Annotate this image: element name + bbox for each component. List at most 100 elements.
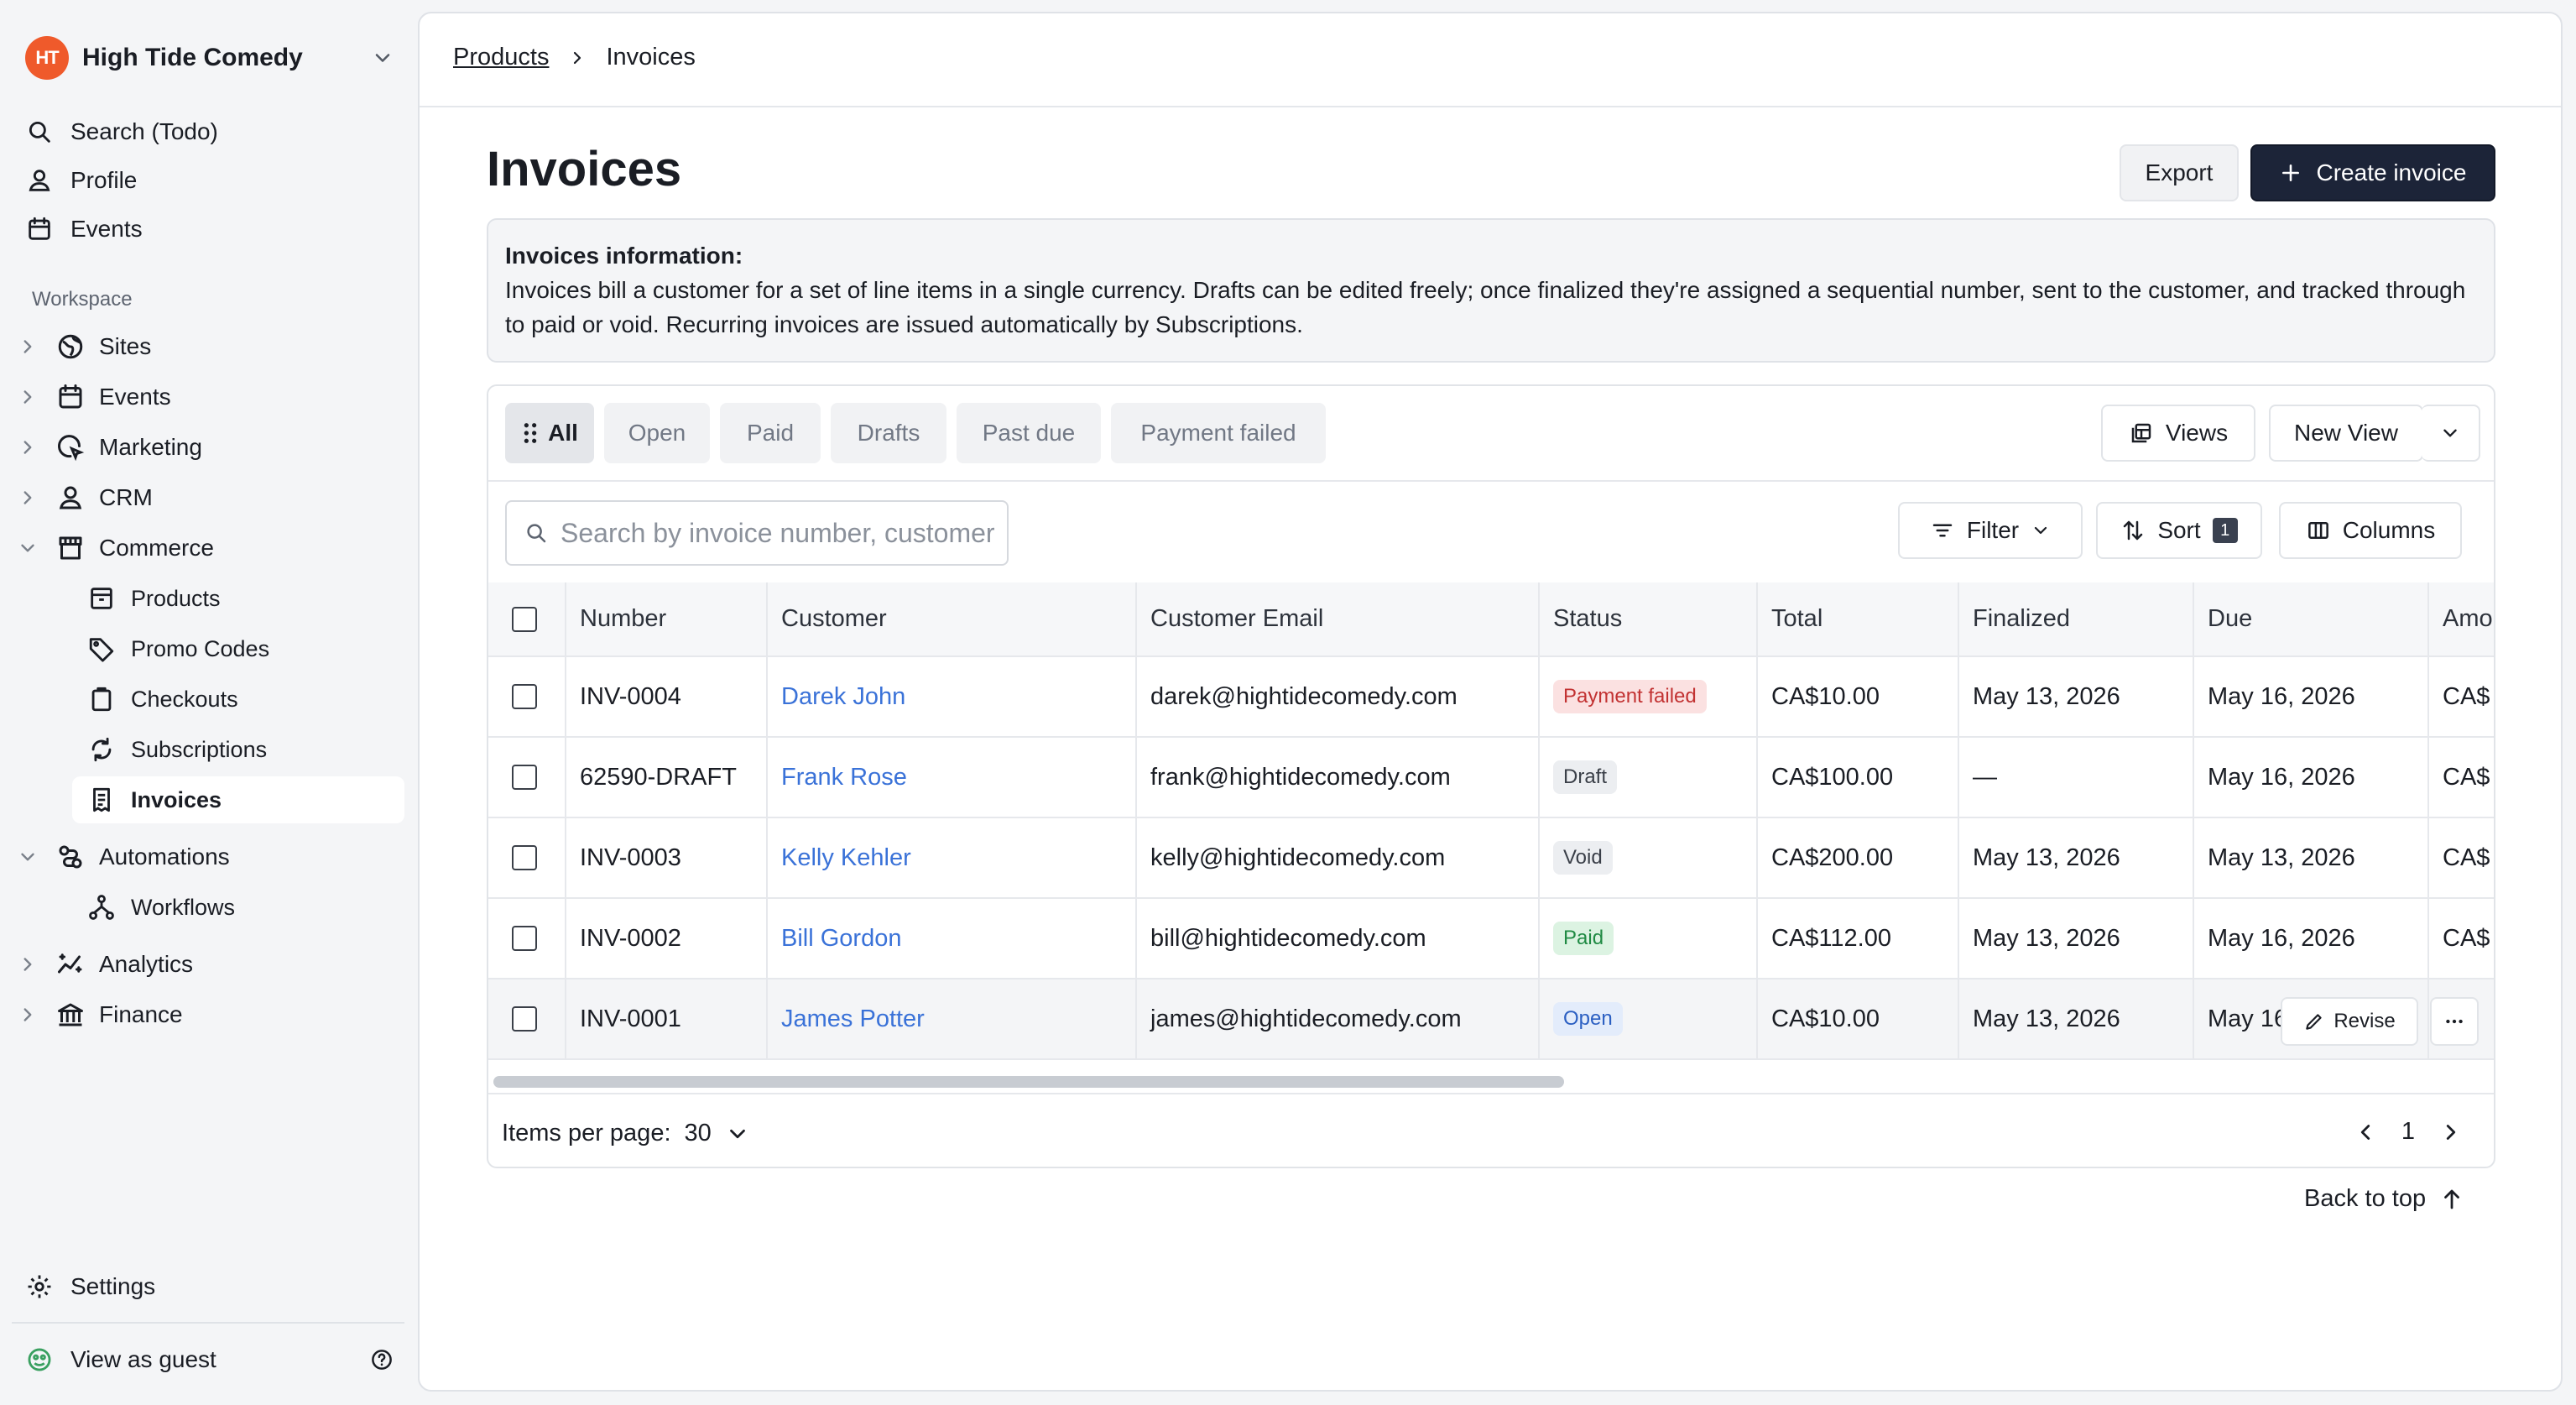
row-checkbox[interactable] — [512, 684, 537, 709]
customer-link[interactable]: Darek John — [781, 683, 905, 710]
tree-item-commerce[interactable]: Commerce — [17, 528, 214, 568]
cell-total: CA$100.00 — [1757, 737, 1959, 818]
tab-all[interactable]: All — [505, 403, 594, 463]
guest-icon — [28, 1348, 51, 1371]
tab-past-due[interactable]: Past due — [957, 403, 1101, 463]
help-icon[interactable] — [369, 1347, 394, 1372]
horizontal-scrollbar[interactable] — [488, 1066, 2494, 1094]
row-checkbox[interactable] — [512, 1006, 537, 1032]
tree-item-sites[interactable]: Sites — [17, 326, 151, 367]
table-row[interactable]: 62590-DRAFT Frank Rose frank@hightidecom… — [488, 737, 2494, 818]
cell-total: CA$112.00 — [1757, 898, 1959, 979]
revise-button[interactable]: Revise — [2281, 997, 2418, 1046]
tab-paid[interactable]: Paid — [720, 403, 821, 463]
column-header[interactable]: Due — [2193, 582, 2429, 657]
filter-button[interactable]: Filter — [1898, 502, 2083, 559]
tree-item-finance[interactable]: Finance — [17, 995, 183, 1035]
sidebar-item-label: Workflows — [131, 894, 236, 920]
tab-drafts[interactable]: Drafts — [831, 403, 946, 463]
nav-settings[interactable]: Settings — [25, 1267, 155, 1307]
row-checkbox[interactable] — [512, 765, 537, 790]
column-header[interactable]: Amo — [2428, 582, 2494, 657]
plus-icon — [2281, 165, 2299, 181]
sidebar-item-checkouts[interactable]: Checkouts — [72, 676, 404, 723]
sort-count-badge: 1 — [2212, 518, 2238, 543]
sidebar-item-products[interactable]: Products — [72, 575, 404, 622]
chevron-right-icon[interactable] — [2438, 1120, 2464, 1145]
views-button[interactable]: Views — [2101, 405, 2255, 462]
invoices-table: Number Customer Customer Email Status To… — [488, 582, 2494, 1060]
items-per-page[interactable]: Items per page: 30 — [502, 1120, 750, 1147]
tree-item-label: Events — [99, 384, 171, 410]
breadcrumb-products[interactable]: Products — [453, 44, 549, 71]
scrollbar-thumb[interactable] — [493, 1076, 1564, 1088]
more-horizontal-icon — [2446, 1019, 2463, 1024]
cell-amount: CA$ — [2428, 817, 2494, 899]
cell-amount: CA$ — [2428, 737, 2494, 818]
org-logo: HT — [25, 36, 69, 80]
new-view-button[interactable]: New View — [2269, 405, 2423, 462]
customer-link[interactable]: Frank Rose — [781, 764, 907, 791]
export-button[interactable]: Export — [2120, 144, 2239, 201]
bank-icon — [58, 1003, 83, 1026]
tree-item-label: CRM — [99, 484, 153, 510]
sidebar-item-subscriptions[interactable]: Subscriptions — [72, 726, 404, 773]
sidebar-item-invoices[interactable]: Invoices — [72, 776, 404, 823]
nav-profile[interactable]: Profile — [25, 160, 137, 201]
tag-icon — [89, 638, 114, 662]
sort-button[interactable]: Sort 1 — [2096, 502, 2262, 559]
column-header[interactable]: Customer Email — [1136, 582, 1540, 657]
org-switcher[interactable]: HT High Tide Comedy — [25, 35, 394, 81]
tree-item-crm[interactable]: CRM — [17, 478, 153, 518]
create-invoice-button[interactable]: Create invoice — [2250, 144, 2495, 201]
workflow-icon — [89, 895, 114, 920]
table-row[interactable]: INV-0001 James Potter james@hightidecome… — [488, 979, 2494, 1060]
select-all-checkbox[interactable] — [512, 606, 537, 632]
view-as-guest[interactable]: View as guest — [25, 1340, 394, 1380]
grip-icon — [524, 423, 537, 443]
items-per-page-value: 30 — [684, 1120, 712, 1146]
tree-item-label: Sites — [99, 333, 152, 359]
customer-link[interactable]: James Potter — [781, 1005, 925, 1032]
nav-search[interactable]: Search (Todo) — [25, 112, 218, 152]
sidebar-item-workflows[interactable]: Workflows — [72, 884, 404, 931]
tab-open[interactable]: Open — [604, 403, 710, 463]
row-checkbox[interactable] — [512, 926, 537, 951]
tree-item-events[interactable]: Events — [17, 377, 171, 417]
tree-item-marketing[interactable]: Marketing — [17, 427, 202, 467]
tab-payment-failed[interactable]: Payment failed — [1111, 403, 1326, 463]
column-header[interactable]: Status — [1539, 582, 1758, 657]
table-scroll-area[interactable]: Number Customer Customer Email Status To… — [488, 582, 2494, 1066]
columns-label: Columns — [2342, 517, 2436, 543]
column-header[interactable]: Finalized — [1958, 582, 2194, 657]
column-header[interactable]: Customer — [767, 582, 1137, 657]
cell-finalized: May 13, 2026 — [1958, 817, 2194, 899]
row-more-button[interactable] — [2430, 997, 2479, 1046]
chevron-left-icon[interactable] — [2353, 1120, 2378, 1145]
current-page[interactable]: 1 — [2401, 1118, 2415, 1146]
tree-item-label: Finance — [99, 1001, 183, 1027]
tree-item-analytics[interactable]: Analytics — [17, 944, 193, 985]
back-to-top-link[interactable]: Back to top — [2304, 1185, 2464, 1213]
row-checkbox[interactable] — [512, 845, 537, 870]
table-row[interactable]: INV-0004 Darek John darek@hightidecomedy… — [488, 656, 2494, 738]
info-box: Invoices information: Invoices bill a cu… — [487, 218, 2495, 363]
search-input[interactable] — [561, 517, 1007, 549]
sidebar-item-promo-codes[interactable]: Promo Codes — [72, 625, 404, 672]
pagination: 1 — [2353, 1118, 2464, 1146]
chevron-right-icon — [23, 1008, 32, 1021]
cell-finalized: — — [1958, 737, 2194, 818]
customer-link[interactable]: Kelly Kehler — [781, 844, 911, 871]
chevron-right-icon — [23, 390, 32, 404]
table-row[interactable]: INV-0002 Bill Gordon bill@hightidecomedy… — [488, 898, 2494, 979]
column-header[interactable]: Number — [566, 582, 768, 657]
nav-events[interactable]: Events — [25, 209, 143, 249]
nav-profile-label: Profile — [70, 167, 138, 193]
customer-link[interactable]: Bill Gordon — [781, 925, 901, 952]
cell-email: bill@hightidecomedy.com — [1136, 898, 1540, 979]
columns-button[interactable]: Columns — [2279, 502, 2462, 559]
column-header[interactable]: Total — [1757, 582, 1959, 657]
table-row[interactable]: INV-0003 Kelly Kehler kelly@hightidecome… — [488, 817, 2494, 899]
new-view-dropdown-button[interactable] — [2422, 405, 2480, 462]
tree-item-automations[interactable]: Automations — [17, 837, 230, 877]
